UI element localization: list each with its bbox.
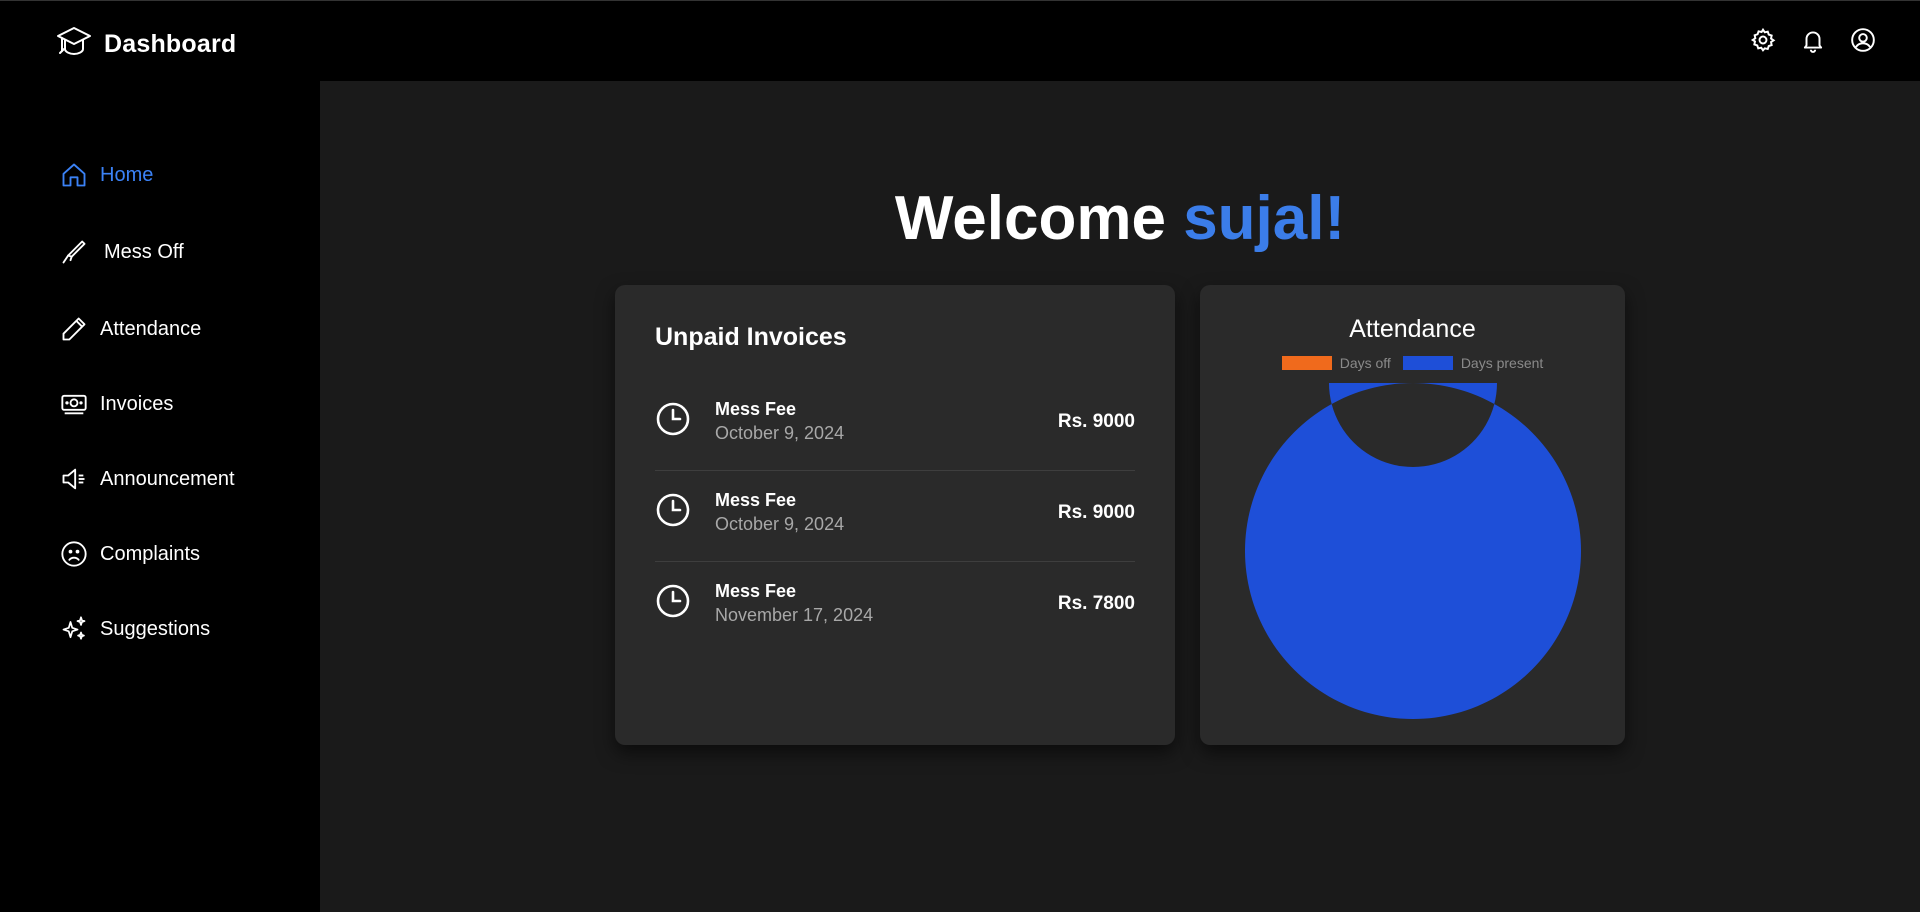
- top-bar: Dashboard: [0, 0, 1920, 81]
- sidebar-item-label: Announcement: [100, 467, 235, 490]
- knife-icon: [62, 240, 86, 264]
- attendance-card: Attendance Days off Days present: [1200, 285, 1625, 745]
- chart-legend: Days off Days present: [1200, 355, 1625, 371]
- home-icon: [62, 163, 86, 187]
- invoice-date: October 9, 2024: [715, 514, 845, 534]
- clock-icon: [656, 402, 690, 436]
- graduation-cap-icon: [56, 25, 92, 64]
- legend-label: Days off: [1339, 355, 1391, 371]
- unpaid-invoices-card: Unpaid Invoices Mess Fee October 9, 2024…: [615, 285, 1175, 745]
- sidebar-item-mess-off[interactable]: Mess Off: [60, 238, 184, 266]
- sidebar-item-attendance[interactable]: Attendance: [60, 315, 201, 343]
- pencil-icon: [62, 317, 86, 341]
- legend-swatch: [1402, 356, 1453, 370]
- invoice-row[interactable]: Mess Fee November 17, 2024 Rs. 7800: [655, 563, 1135, 653]
- app-title: Dashboard: [104, 30, 237, 58]
- sidebar-item-label: Home: [100, 163, 154, 186]
- sidebar-item-complaints[interactable]: Complaints: [60, 540, 200, 568]
- invoice-date: October 9, 2024: [715, 423, 845, 443]
- sidebar-item-suggestions[interactable]: Suggestions: [60, 615, 210, 643]
- money-icon: [61, 394, 87, 415]
- brand[interactable]: Dashboard: [56, 25, 236, 64]
- bell-icon[interactable]: [1800, 27, 1826, 53]
- invoice-row[interactable]: Mess Fee October 9, 2024 Rs. 9000: [655, 381, 1135, 471]
- invoice-title: Mess Fee: [715, 581, 797, 601]
- frown-icon: [61, 541, 87, 567]
- sparkles-icon: [62, 616, 86, 640]
- clock-icon: [656, 584, 690, 618]
- legend-swatch: [1281, 356, 1332, 370]
- invoice-amount: Rs. 9000: [1057, 411, 1135, 432]
- user-circle-icon[interactable]: [1850, 27, 1876, 53]
- clock-icon: [656, 493, 690, 527]
- sidebar-item-home[interactable]: Home: [60, 161, 153, 189]
- legend-item-days-off[interactable]: Days off: [1281, 355, 1391, 371]
- gear-icon[interactable]: [1750, 27, 1776, 53]
- invoice-row[interactable]: Mess Fee October 9, 2024 Rs. 9000: [655, 472, 1135, 562]
- sidebar-item-label: Invoices: [100, 392, 174, 415]
- sidebar: Home Mess Off Attendance Invoices Announ…: [0, 81, 320, 912]
- invoice-title: Mess Fee: [715, 399, 797, 419]
- legend-label: Days present: [1460, 355, 1544, 371]
- invoice-amount: Rs. 9000: [1057, 502, 1135, 523]
- legend-item-days-present[interactable]: Days present: [1402, 355, 1544, 371]
- megaphone-icon: [62, 468, 85, 490]
- welcome-heading: Welcome sujal!: [320, 183, 1920, 254]
- sidebar-item-label: Suggestions: [100, 617, 211, 640]
- donut-slice-days-present[interactable]: [1245, 383, 1581, 719]
- card-title: Unpaid Invoices: [655, 323, 847, 351]
- invoice-date: November 17, 2024: [715, 605, 874, 625]
- main-content: Welcome sujal! Unpaid Invoices Mess Fee …: [320, 81, 1920, 912]
- sidebar-item-announcement[interactable]: Announcement: [60, 465, 235, 493]
- sidebar-item-label: Attendance: [100, 317, 202, 340]
- welcome-prefix: Welcome: [894, 184, 1166, 253]
- sidebar-item-invoices[interactable]: Invoices: [60, 390, 173, 418]
- attendance-donut-chart: [1245, 383, 1581, 719]
- invoice-amount: Rs. 7800: [1057, 593, 1135, 614]
- invoice-title: Mess Fee: [715, 490, 797, 510]
- sidebar-item-label: Mess Off: [104, 240, 184, 263]
- sidebar-item-label: Complaints: [100, 542, 201, 565]
- chart-title: Attendance: [1349, 315, 1476, 343]
- welcome-name: sujal!: [1183, 184, 1346, 253]
